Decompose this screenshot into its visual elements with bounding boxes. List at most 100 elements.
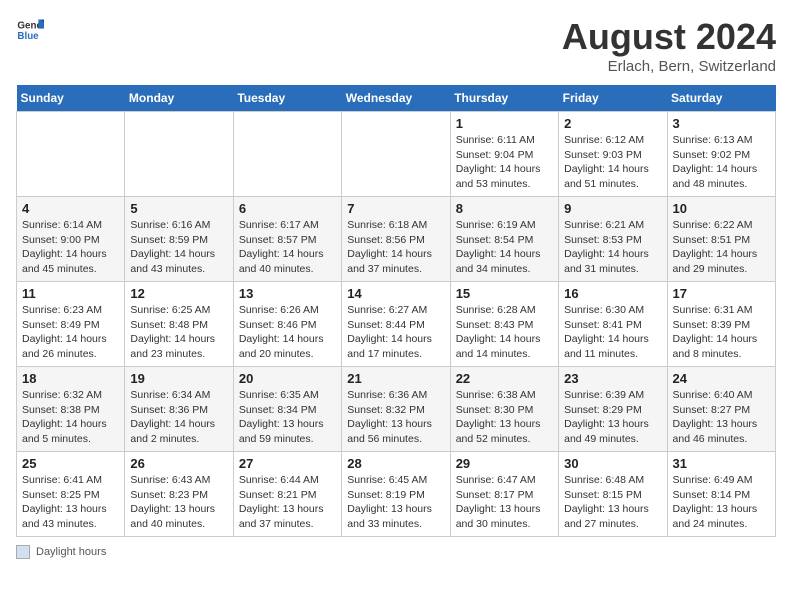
calendar-cell: 22 Sunrise: 6:38 AM Sunset: 8:30 PM Dayli…	[450, 367, 558, 452]
day-number: 12	[130, 286, 227, 301]
day-info: Sunrise: 6:27 AM Sunset: 8:44 PM Dayligh…	[347, 303, 444, 362]
week-row-2: 4 Sunrise: 6:14 AM Sunset: 9:00 PM Daylig…	[17, 197, 776, 282]
calendar-cell: 4 Sunrise: 6:14 AM Sunset: 9:00 PM Daylig…	[17, 197, 125, 282]
day-info: Sunrise: 6:44 AM Sunset: 8:21 PM Dayligh…	[239, 473, 336, 532]
calendar-cell: 9 Sunrise: 6:21 AM Sunset: 8:53 PM Daylig…	[559, 197, 667, 282]
day-number: 29	[456, 456, 553, 471]
day-number: 17	[673, 286, 770, 301]
title-block: August 2024 Erlach, Bern, Switzerland	[562, 16, 776, 75]
calendar-cell: 31 Sunrise: 6:49 AM Sunset: 8:14 PM Dayli…	[667, 452, 775, 537]
calendar-cell: 27 Sunrise: 6:44 AM Sunset: 8:21 PM Dayli…	[233, 452, 341, 537]
calendar-cell: 3 Sunrise: 6:13 AM Sunset: 9:02 PM Daylig…	[667, 112, 775, 197]
day-info: Sunrise: 6:30 AM Sunset: 8:41 PM Dayligh…	[564, 303, 661, 362]
column-header-friday: Friday	[559, 85, 667, 112]
day-info: Sunrise: 6:13 AM Sunset: 9:02 PM Dayligh…	[673, 133, 770, 192]
svg-text:Blue: Blue	[17, 31, 39, 42]
day-info: Sunrise: 6:36 AM Sunset: 8:32 PM Dayligh…	[347, 388, 444, 447]
day-number: 19	[130, 371, 227, 386]
day-number: 9	[564, 201, 661, 216]
calendar-cell	[125, 112, 233, 197]
day-number: 4	[22, 201, 119, 216]
day-number: 14	[347, 286, 444, 301]
main-title: August 2024	[562, 16, 776, 58]
day-number: 7	[347, 201, 444, 216]
day-info: Sunrise: 6:39 AM Sunset: 8:29 PM Dayligh…	[564, 388, 661, 447]
day-info: Sunrise: 6:12 AM Sunset: 9:03 PM Dayligh…	[564, 133, 661, 192]
day-info: Sunrise: 6:14 AM Sunset: 9:00 PM Dayligh…	[22, 218, 119, 277]
calendar-cell: 24Sunrise: 6:40 AM Sunset: 8:27 PM Dayli…	[667, 367, 775, 452]
calendar-cell: 12Sunrise: 6:25 AM Sunset: 8:48 PM Dayli…	[125, 282, 233, 367]
day-number: 26	[130, 456, 227, 471]
calendar-cell: 25 Sunrise: 6:41 AM Sunset: 8:25 PM Dayli…	[17, 452, 125, 537]
day-number: 25	[22, 456, 119, 471]
day-number: 30	[564, 456, 661, 471]
day-number: 27	[239, 456, 336, 471]
calendar-cell: 1Sunrise: 6:11 AM Sunset: 9:04 PM Daylig…	[450, 112, 558, 197]
page-header: General Blue August 2024 Erlach, Bern, S…	[16, 16, 776, 75]
subtitle: Erlach, Bern, Switzerland	[562, 58, 776, 75]
day-number: 21	[347, 371, 444, 386]
day-info: Sunrise: 6:22 AM Sunset: 8:51 PM Dayligh…	[673, 218, 770, 277]
calendar-cell	[342, 112, 450, 197]
legend: Daylight hours	[16, 545, 776, 559]
calendar-cell: 19 Sunrise: 6:34 AM Sunset: 8:36 PM Dayli…	[125, 367, 233, 452]
day-number: 13	[239, 286, 336, 301]
calendar-cell: 14 Sunrise: 6:27 AM Sunset: 8:44 PM Dayli…	[342, 282, 450, 367]
day-info: Sunrise: 6:45 AM Sunset: 8:19 PM Dayligh…	[347, 473, 444, 532]
calendar-cell: 18Sunrise: 6:32 AM Sunset: 8:38 PM Dayli…	[17, 367, 125, 452]
column-header-tuesday: Tuesday	[233, 85, 341, 112]
calendar-cell: 20Sunrise: 6:35 AM Sunset: 8:34 PM Dayli…	[233, 367, 341, 452]
calendar-cell: 26 Sunrise: 6:43 AM Sunset: 8:23 PM Dayli…	[125, 452, 233, 537]
week-row-4: 18Sunrise: 6:32 AM Sunset: 8:38 PM Dayli…	[17, 367, 776, 452]
day-number: 23	[564, 371, 661, 386]
day-number: 16	[564, 286, 661, 301]
calendar-cell: 11Sunrise: 6:23 AM Sunset: 8:49 PM Dayli…	[17, 282, 125, 367]
day-number: 5	[130, 201, 227, 216]
day-number: 22	[456, 371, 553, 386]
day-number: 8	[456, 201, 553, 216]
day-number: 15	[456, 286, 553, 301]
week-row-1: 1Sunrise: 6:11 AM Sunset: 9:04 PM Daylig…	[17, 112, 776, 197]
calendar-cell: 5 Sunrise: 6:16 AM Sunset: 8:59 PM Daylig…	[125, 197, 233, 282]
calendar-cell: 16 Sunrise: 6:30 AM Sunset: 8:41 PM Dayli…	[559, 282, 667, 367]
week-row-5: 25 Sunrise: 6:41 AM Sunset: 8:25 PM Dayli…	[17, 452, 776, 537]
day-number: 10	[673, 201, 770, 216]
column-header-wednesday: Wednesday	[342, 85, 450, 112]
day-number: 6	[239, 201, 336, 216]
day-info: Sunrise: 6:31 AM Sunset: 8:39 PM Dayligh…	[673, 303, 770, 362]
day-info: Sunrise: 6:38 AM Sunset: 8:30 PM Dayligh…	[456, 388, 553, 447]
day-number: 1	[456, 116, 553, 131]
day-info: Sunrise: 6:16 AM Sunset: 8:59 PM Dayligh…	[130, 218, 227, 277]
calendar-cell: 17 Sunrise: 6:31 AM Sunset: 8:39 PM Dayli…	[667, 282, 775, 367]
day-number: 31	[673, 456, 770, 471]
day-info: Sunrise: 6:48 AM Sunset: 8:15 PM Dayligh…	[564, 473, 661, 532]
day-info: Sunrise: 6:17 AM Sunset: 8:57 PM Dayligh…	[239, 218, 336, 277]
calendar-cell: 23 Sunrise: 6:39 AM Sunset: 8:29 PM Dayli…	[559, 367, 667, 452]
calendar-header-row: SundayMondayTuesdayWednesdayThursdayFrid…	[17, 85, 776, 112]
calendar-cell	[17, 112, 125, 197]
logo-icon: General Blue	[16, 16, 44, 44]
day-info: Sunrise: 6:21 AM Sunset: 8:53 PM Dayligh…	[564, 218, 661, 277]
day-info: Sunrise: 6:47 AM Sunset: 8:17 PM Dayligh…	[456, 473, 553, 532]
day-info: Sunrise: 6:41 AM Sunset: 8:25 PM Dayligh…	[22, 473, 119, 532]
calendar-cell: 29 Sunrise: 6:47 AM Sunset: 8:17 PM Dayli…	[450, 452, 558, 537]
column-header-saturday: Saturday	[667, 85, 775, 112]
calendar-cell: 2 Sunrise: 6:12 AM Sunset: 9:03 PM Daylig…	[559, 112, 667, 197]
day-info: Sunrise: 6:40 AM Sunset: 8:27 PM Dayligh…	[673, 388, 770, 447]
calendar-cell: 30 Sunrise: 6:48 AM Sunset: 8:15 PM Dayli…	[559, 452, 667, 537]
calendar-cell: 8Sunrise: 6:19 AM Sunset: 8:54 PM Daylig…	[450, 197, 558, 282]
week-row-3: 11Sunrise: 6:23 AM Sunset: 8:49 PM Dayli…	[17, 282, 776, 367]
day-info: Sunrise: 6:28 AM Sunset: 8:43 PM Dayligh…	[456, 303, 553, 362]
calendar-table: SundayMondayTuesdayWednesdayThursdayFrid…	[16, 85, 776, 537]
calendar-cell: 28Sunrise: 6:45 AM Sunset: 8:19 PM Dayli…	[342, 452, 450, 537]
column-header-sunday: Sunday	[17, 85, 125, 112]
legend-box	[16, 545, 30, 559]
day-number: 2	[564, 116, 661, 131]
day-info: Sunrise: 6:43 AM Sunset: 8:23 PM Dayligh…	[130, 473, 227, 532]
day-number: 18	[22, 371, 119, 386]
day-info: Sunrise: 6:49 AM Sunset: 8:14 PM Dayligh…	[673, 473, 770, 532]
day-info: Sunrise: 6:34 AM Sunset: 8:36 PM Dayligh…	[130, 388, 227, 447]
day-number: 3	[673, 116, 770, 131]
calendar-cell: 21 Sunrise: 6:36 AM Sunset: 8:32 PM Dayli…	[342, 367, 450, 452]
calendar-cell: 13Sunrise: 6:26 AM Sunset: 8:46 PM Dayli…	[233, 282, 341, 367]
